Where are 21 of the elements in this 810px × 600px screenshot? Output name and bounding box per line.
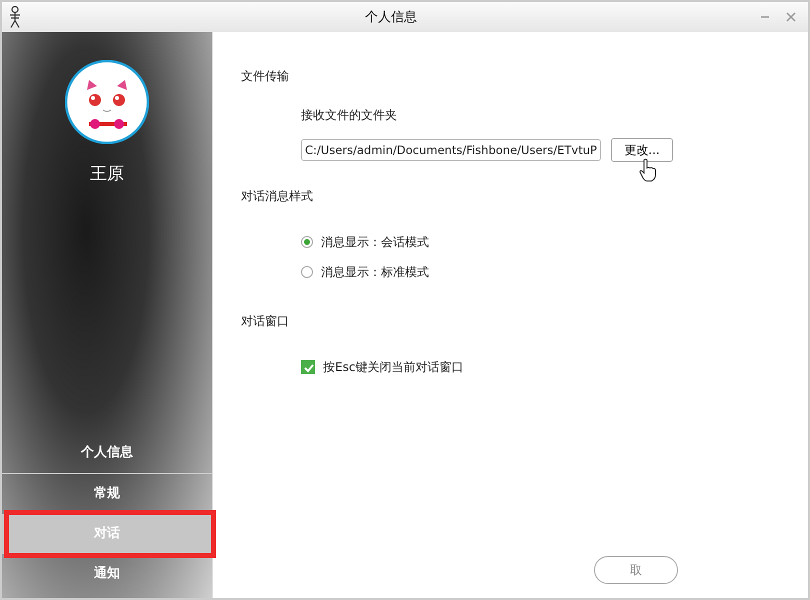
close-icon[interactable] — [786, 12, 796, 22]
change-button[interactable]: 更改... — [611, 138, 673, 162]
folder-path-field[interactable]: C:/Users/admin/Documents/Fishbone/Users/ETvtuP — [301, 139, 601, 161]
section-title: 文件传输 — [241, 68, 290, 85]
stick-figure-icon — [8, 6, 22, 28]
folder-label: 接收文件的文件夹 — [301, 107, 398, 124]
section-title: 对话消息样式 — [241, 188, 314, 205]
window-title: 个人信息 — [364, 9, 418, 26]
sidebar-item[interactable]: 常规 — [2, 474, 212, 514]
checkbox[interactable] — [301, 360, 315, 374]
radio-button[interactable] — [301, 236, 313, 248]
sidebar-item[interactable]: 个人信息 — [2, 433, 212, 474]
user-name: 王原 — [90, 163, 124, 185]
option-label: 按Esc键关闭当前对话窗口 — [323, 358, 464, 376]
pointer-hand-icon — [639, 158, 657, 182]
radio-button[interactable] — [301, 266, 313, 278]
cancel-button[interactable]: 取 — [594, 556, 678, 584]
option-label: 消息显示：标准模式 — [321, 264, 429, 280]
sidebar-item[interactable]: 通知 — [2, 554, 212, 594]
option-label: 消息显示：会话模式 — [321, 234, 429, 250]
section-title: 对话窗口 — [241, 313, 290, 330]
